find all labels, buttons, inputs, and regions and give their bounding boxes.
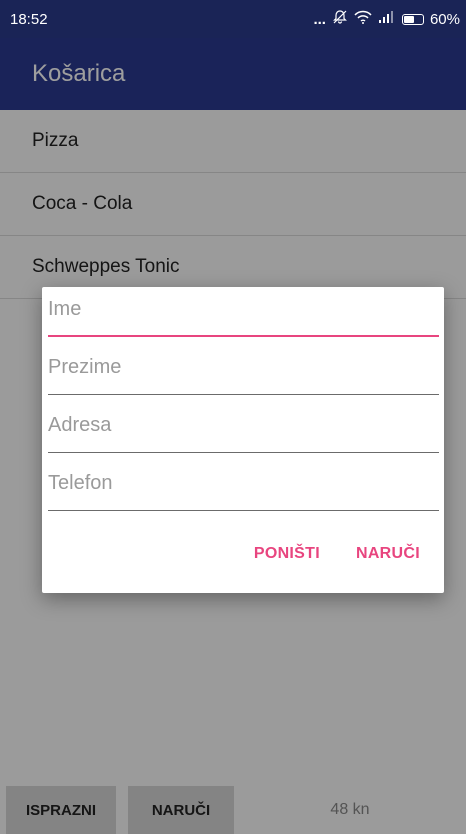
first-name-field <box>48 287 439 337</box>
status-bar: 18:52 ... 60% <box>0 0 466 38</box>
phone-input[interactable] <box>48 461 439 511</box>
last-name-input[interactable] <box>48 345 439 395</box>
battery-percent: 60% <box>429 10 460 28</box>
order-dialog: PONIŠTI NARUČI <box>42 287 444 593</box>
cancel-button[interactable]: PONIŠTI <box>250 539 324 569</box>
battery-icon <box>401 13 424 25</box>
notification-dots: ... <box>313 10 326 28</box>
address-input[interactable] <box>48 403 439 453</box>
confirm-order-button[interactable]: NARUČI <box>352 539 424 569</box>
last-name-field <box>48 345 439 395</box>
bell-off-icon <box>332 9 348 29</box>
phone-field <box>48 461 439 511</box>
signal-icon <box>378 10 396 28</box>
address-field <box>48 403 439 453</box>
screen: 18:52 ... 60% Košarica Pizza Coca - Cola… <box>0 0 466 834</box>
status-time: 18:52 <box>10 10 48 28</box>
first-name-input[interactable] <box>48 287 439 337</box>
wifi-icon <box>354 10 372 28</box>
status-icons: ... 60% <box>313 9 460 29</box>
dialog-actions: PONIŠTI NARUČI <box>250 539 424 569</box>
